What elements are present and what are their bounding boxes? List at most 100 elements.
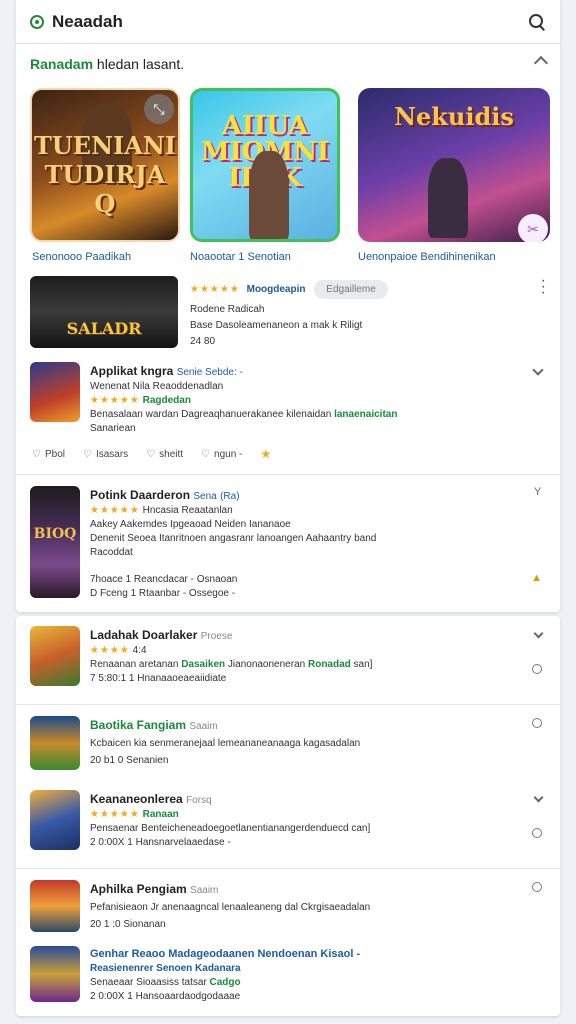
filter-icon[interactable]: Y xyxy=(534,486,542,498)
expand-chevron-icon[interactable] xyxy=(533,792,544,803)
app-description: Racoddat xyxy=(90,547,133,558)
list-item[interactable]: Aphilka Pengiam Saaim Pefanisieaon Jr an… xyxy=(30,880,546,938)
tile-label[interactable]: Senonooo Paadikah xyxy=(32,251,131,263)
app-details: Applikat kngra Senie Sebde: - Wenenat Ni… xyxy=(90,364,522,434)
app-footer: 7 5:80:1 1 Hnanaaoeaeaiidiate xyxy=(90,673,227,684)
more-options-icon[interactable]: · · · xyxy=(541,273,546,301)
tile-art-text: Nekuidis xyxy=(394,102,514,131)
badge-icon[interactable]: ▲ xyxy=(531,572,542,584)
app-details: Potink Daarderon Sena (Ra) ★★★★★ Hncasia… xyxy=(90,488,522,599)
action-row: Pbol Isasars sheitt ngun - ★ xyxy=(32,444,544,464)
list-item[interactable]: Ladahak Doarlaker Proese ★★★★ 4:4 Renaan… xyxy=(30,626,546,696)
divider xyxy=(16,474,560,475)
app-icon[interactable] xyxy=(30,946,80,1002)
game-tile-1[interactable]: TUENIANI TUDIRJA Q ⤡ xyxy=(30,88,180,242)
app-tag: Saaim xyxy=(189,721,218,732)
game-tile-2[interactable]: AIIUA MIOMNI ILAK xyxy=(190,88,340,242)
expand-chevron-icon[interactable] xyxy=(533,628,544,639)
rating-label: Ragdedan xyxy=(142,395,191,406)
app-tag: Senie Sebde: - xyxy=(176,367,243,378)
app-footer: D Fceng 1 Rtaanbar - Ossegoe - xyxy=(90,588,236,599)
app-tag: Proese xyxy=(200,631,233,642)
highlight: Ronadad xyxy=(307,659,351,670)
collapse-chevron-icon[interactable] xyxy=(533,55,549,71)
top-bar: Neaadah xyxy=(16,0,560,44)
share-icon[interactable]: ✂ xyxy=(518,214,548,242)
search-icon[interactable] xyxy=(528,13,546,31)
featured-thumbnail[interactable]: SALADR xyxy=(30,276,178,348)
tile-label[interactable]: Uenonpaioe Bendihinenikan xyxy=(358,251,496,263)
app-footer: 20 b1 0 Senanien xyxy=(90,755,169,766)
featured-line: Rodene Radicah xyxy=(190,304,265,315)
app-details: Genhar Reaoo Madageodaanen Nendoenan Kis… xyxy=(90,948,522,1002)
app-icon[interactable] xyxy=(30,880,80,932)
featured-meta: ★★★★★ Moogdeapin Edgailleme Rodene Radic… xyxy=(190,280,526,347)
game-tile-3[interactable]: Nekuidis ✂ xyxy=(358,88,550,242)
radio-icon[interactable] xyxy=(532,664,542,674)
app-description: san] xyxy=(353,659,373,670)
section-title: Ranadam hledan lasant. xyxy=(30,56,185,72)
app-details: Keananeonlerea Forsq ★★★★★ Ranaan Pensae… xyxy=(90,792,522,848)
list-item[interactable]: Genhar Reaoo Madageodaanen Nendoenan Kis… xyxy=(30,946,546,1006)
highlight: Dasaiken xyxy=(181,659,226,670)
radio-icon[interactable] xyxy=(532,828,542,838)
radio-icon[interactable] xyxy=(532,718,542,728)
app-listing-1[interactable]: Applikat kngra Senie Sebde: - Wenenat Ni… xyxy=(30,362,546,442)
divider xyxy=(16,868,560,869)
featured-line: 24 80 xyxy=(190,336,216,347)
featured-line: Base Dasoleamenaneon a mak k Riligt xyxy=(190,320,363,331)
app-tag: Forsq xyxy=(186,795,212,806)
rating-stars: ★★★★★ xyxy=(90,505,140,516)
app-details: Baotika Fangiam Saaim Kcbaicen kia senme… xyxy=(90,718,522,766)
rating-label: Hncasia Reaatanlan xyxy=(142,505,233,516)
divider xyxy=(16,704,560,705)
app-title: Neaadah xyxy=(52,11,123,31)
rating-label: Moogdeapin xyxy=(246,284,306,295)
app-description: Benasalaan wardan Dagreaqhanuerakanee ki… xyxy=(90,409,332,420)
app-description: Denenit Seoea Itanritnoen angasranr lano… xyxy=(90,533,377,544)
app-name: Aphilka Pengiam xyxy=(90,882,187,896)
list-item[interactable]: Keananeonlerea Forsq ★★★★★ Ranaan Pensae… xyxy=(30,790,546,860)
rating-label: 4:4 xyxy=(132,645,147,656)
highlight: Cadgo xyxy=(209,977,241,988)
app-icon[interactable] xyxy=(30,362,80,422)
list-item[interactable]: Baotika Fangiam Saaim Kcbaicen kia senme… xyxy=(30,716,546,776)
action-item[interactable]: ngun - xyxy=(201,449,242,460)
app-name: Potink Daarderon xyxy=(90,488,191,502)
app-description: Aakey Aakemdes Ipgeaoad Neiden Iananaoe xyxy=(90,519,291,530)
crop-icon[interactable]: ⤡ xyxy=(144,94,174,124)
app-description: Senaeaar Sioaasiss tatsar xyxy=(90,977,207,988)
app-icon[interactable] xyxy=(30,716,80,770)
app-name: Genhar Reaoo Madageodaanen Nendoenan Kis… xyxy=(90,948,361,960)
action-item[interactable]: sheitt xyxy=(146,449,183,460)
app-listing-2[interactable]: BIOQ Potink Daarderon Sena (Ra) ★★★★★ Hn… xyxy=(30,486,546,602)
app-name: Applikat kngra xyxy=(90,364,174,378)
app-details: Ladahak Doarlaker Proese ★★★★ 4:4 Renaan… xyxy=(90,628,522,684)
tile-label[interactable]: Noaootar 1 Senotian xyxy=(190,251,291,263)
app-subtitle: Wenenat Nila Reaoddenadlan xyxy=(90,381,224,392)
app-details: Aphilka Pengiam Saaim Pefanisieaon Jr an… xyxy=(90,882,522,930)
app-more-text: Sanariean xyxy=(90,423,136,434)
app-footer: 2 0:00X 1 Hansoaardaodgodaaae xyxy=(90,991,241,1002)
expand-chevron-icon[interactable] xyxy=(532,364,544,376)
app-logo-icon xyxy=(30,14,44,29)
app-icon[interactable] xyxy=(30,626,80,686)
radio-icon[interactable] xyxy=(532,882,542,892)
featured-app[interactable]: SALADR ★★★★★ Moogdeapin Edgailleme Roden… xyxy=(30,273,546,352)
action-item[interactable]: Isasars xyxy=(83,449,128,460)
app-icon[interactable]: BIOQ xyxy=(30,486,80,598)
app-description: Kcbaicen kia senmeranejaal lemeananeanaa… xyxy=(90,738,361,749)
app-list-card: Ladahak Doarlaker Proese ★★★★ 4:4 Renaan… xyxy=(16,616,560,1016)
app-description: Reasienenrer Senoen Kadanara xyxy=(90,963,241,974)
category-badge[interactable]: Edgailleme xyxy=(314,280,388,299)
hero-figure xyxy=(428,158,468,238)
action-item[interactable]: Pbol xyxy=(32,449,65,460)
app-icon[interactable] xyxy=(30,790,80,850)
app-description: Renaanan aretanan xyxy=(90,659,179,670)
app-footer: 2 0:00X 1 Hansnarvelaaedase - xyxy=(90,837,231,848)
app-footer: 7hoace 1 Reancdacar - Osnaoan xyxy=(90,574,238,585)
star-icon[interactable]: ★ xyxy=(260,447,271,461)
icon-art-text: BIOQ xyxy=(33,526,77,542)
app-tag: Saaim xyxy=(190,885,219,896)
rating-stars: ★★★★ xyxy=(90,645,130,656)
